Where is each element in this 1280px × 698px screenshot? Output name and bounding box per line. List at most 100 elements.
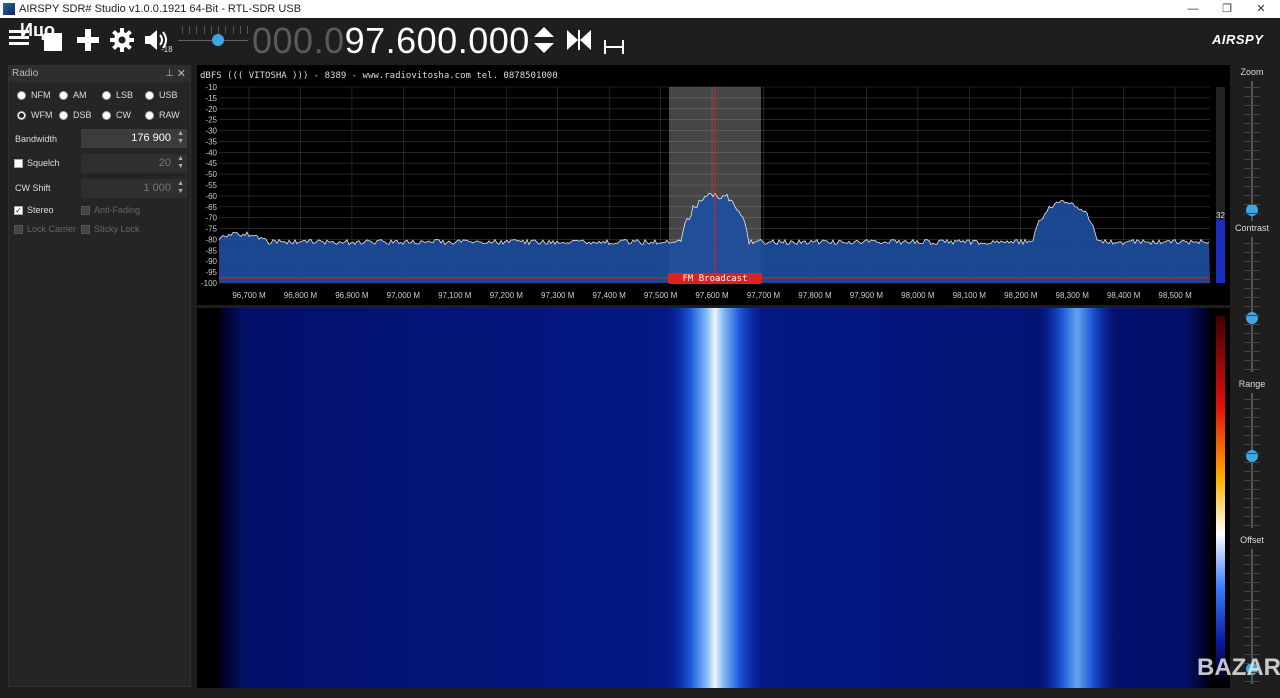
slider-tick xyxy=(1244,573,1260,574)
mode-label: WFM xyxy=(31,110,53,120)
minimize-button[interactable]: — xyxy=(1176,0,1210,18)
slider-tick xyxy=(1244,123,1260,124)
squelch-label: Squelch xyxy=(27,158,60,168)
x-tick-label: 96,900 M xyxy=(335,291,369,300)
anti-fading-checkbox[interactable]: Anti-Fading xyxy=(81,205,140,215)
waterfall-signal-secondary xyxy=(1039,308,1115,688)
center-tune-icon[interactable] xyxy=(567,29,591,55)
y-tick-label: -70 xyxy=(205,214,217,223)
radio-panel-header: Radio ⊥ ✕ xyxy=(9,66,190,82)
slider-tick xyxy=(1244,360,1260,361)
mode-usb[interactable]: USB xyxy=(145,90,178,100)
y-tick-label: -90 xyxy=(205,257,217,266)
mode-lsb[interactable]: LSB xyxy=(102,90,133,100)
squelch-checkbox[interactable]: Squelch xyxy=(14,158,60,168)
waterfall-color-bar xyxy=(1216,316,1225,678)
y-tick-label: -45 xyxy=(205,159,217,168)
slider-tick xyxy=(1244,150,1260,151)
x-tick-label: 97,300 M xyxy=(541,291,575,300)
spinner-icon[interactable]: ▲ ▼ xyxy=(177,180,184,196)
waterfall-display[interactable] xyxy=(197,308,1230,688)
slider-tick xyxy=(1244,186,1260,187)
x-tick-label: 98,300 M xyxy=(1056,291,1090,300)
lock-carrier-checkbox[interactable]: Lock Carrier xyxy=(14,224,76,234)
x-tick-label: 97,800 M xyxy=(798,291,832,300)
x-tick-label: 97,400 M xyxy=(592,291,626,300)
frequency-dim-digits: 000.0 xyxy=(252,20,345,61)
radio-dot xyxy=(59,90,68,100)
stereo-label: Stereo xyxy=(27,205,54,215)
stereo-checkbox[interactable]: ✓ Stereo xyxy=(14,205,54,215)
slider-tick xyxy=(1244,417,1260,418)
bandwidth-input[interactable]: 176 900 ▲ ▼ xyxy=(81,129,187,148)
squelch-input[interactable]: 20 ▲ ▼ xyxy=(81,154,187,173)
radio-dot xyxy=(17,90,26,100)
maximize-button[interactable]: ❐ xyxy=(1210,0,1244,18)
frequency-display[interactable]: 000.097.600.000 xyxy=(252,20,530,62)
slider-tick xyxy=(1244,582,1260,583)
slider-tick xyxy=(1244,564,1260,565)
slider-tick xyxy=(1244,444,1260,445)
checkmark-icon: ✓ xyxy=(14,205,23,215)
spinner-icon[interactable]: ▲ ▼ xyxy=(177,155,184,171)
mode-am[interactable]: AM xyxy=(59,90,87,100)
toolbar: Ицо -18 000.097.600.000 AIRSPY xyxy=(0,18,1280,64)
mode-dsb[interactable]: DSB xyxy=(59,110,92,120)
volume-slider-knob[interactable] xyxy=(212,34,224,46)
range-label: Range xyxy=(1238,379,1266,389)
stop-icon[interactable] xyxy=(43,30,63,56)
spectrum-analyzer[interactable]: dBFS ((( VITOSHA ))) - 8389 - www.radiov… xyxy=(197,65,1230,305)
span-icon[interactable] xyxy=(604,32,624,58)
volume-db: -18 xyxy=(161,45,173,54)
slider-tick xyxy=(1244,507,1260,508)
mode-label: USB xyxy=(159,90,178,100)
mode-cw[interactable]: CW xyxy=(102,110,131,120)
cw-shift-value: 1 000 xyxy=(143,182,171,194)
watermark: BAZAR xyxy=(1197,654,1280,681)
slider-tick xyxy=(1244,159,1260,160)
cw-shift-input[interactable]: 1 000 ▲ ▼ xyxy=(81,179,187,198)
cw-shift-label: CW Shift xyxy=(15,183,51,193)
mode-nfm[interactable]: NFM xyxy=(17,90,51,100)
x-tick-label: 97,200 M xyxy=(490,291,524,300)
bandwidth-value: 176 900 xyxy=(131,132,171,144)
slider-tick xyxy=(1244,489,1260,490)
y-tick-label: -10 xyxy=(205,83,217,92)
contrast-slider-knob[interactable] xyxy=(1246,312,1258,324)
gear-icon[interactable] xyxy=(110,28,134,56)
slider-tick xyxy=(1244,132,1260,133)
close-panel-icon[interactable]: ✕ xyxy=(177,66,186,82)
x-tick-label: 97,600 M xyxy=(695,291,729,300)
checkbox-box xyxy=(81,224,90,234)
level-meter-fill xyxy=(1216,220,1225,283)
slider-tick xyxy=(1244,555,1260,556)
range-slider-knob[interactable] xyxy=(1246,450,1258,462)
slider-tick xyxy=(1244,471,1260,472)
sticky-lock-checkbox[interactable]: Sticky Lock xyxy=(81,224,140,234)
y-tick-label: -15 xyxy=(205,94,217,103)
zoom-slider[interactable] xyxy=(1251,81,1253,221)
radio-dot xyxy=(59,110,68,120)
mode-label: DSB xyxy=(73,110,92,120)
slider-tick xyxy=(1244,252,1260,253)
x-tick-label: 98,000 M xyxy=(901,291,935,300)
slider-tick xyxy=(1244,435,1260,436)
x-tick-label: 96,800 M xyxy=(284,291,318,300)
mode-label: RAW xyxy=(159,110,180,120)
mode-raw[interactable]: RAW xyxy=(145,110,180,120)
slider-tick xyxy=(1244,462,1260,463)
step-up-down-icon[interactable] xyxy=(533,26,555,58)
zoom-slider-knob[interactable] xyxy=(1246,204,1258,216)
spinner-icon[interactable]: ▲ ▼ xyxy=(177,130,184,146)
x-tick-label: 97,700 M xyxy=(747,291,781,300)
pin-icon[interactable]: ⊥ xyxy=(165,66,174,82)
close-button[interactable]: ✕ xyxy=(1244,0,1278,18)
x-tick-label: 97,100 M xyxy=(438,291,472,300)
mode-label: NFM xyxy=(31,90,51,100)
frequency-digits: 97.600.000 xyxy=(344,20,530,61)
slider-tick xyxy=(1244,333,1260,334)
mode-wfm[interactable]: WFM xyxy=(17,110,53,120)
add-icon[interactable] xyxy=(77,29,99,55)
slider-tick xyxy=(1244,480,1260,481)
y-tick-label: -25 xyxy=(205,116,217,125)
